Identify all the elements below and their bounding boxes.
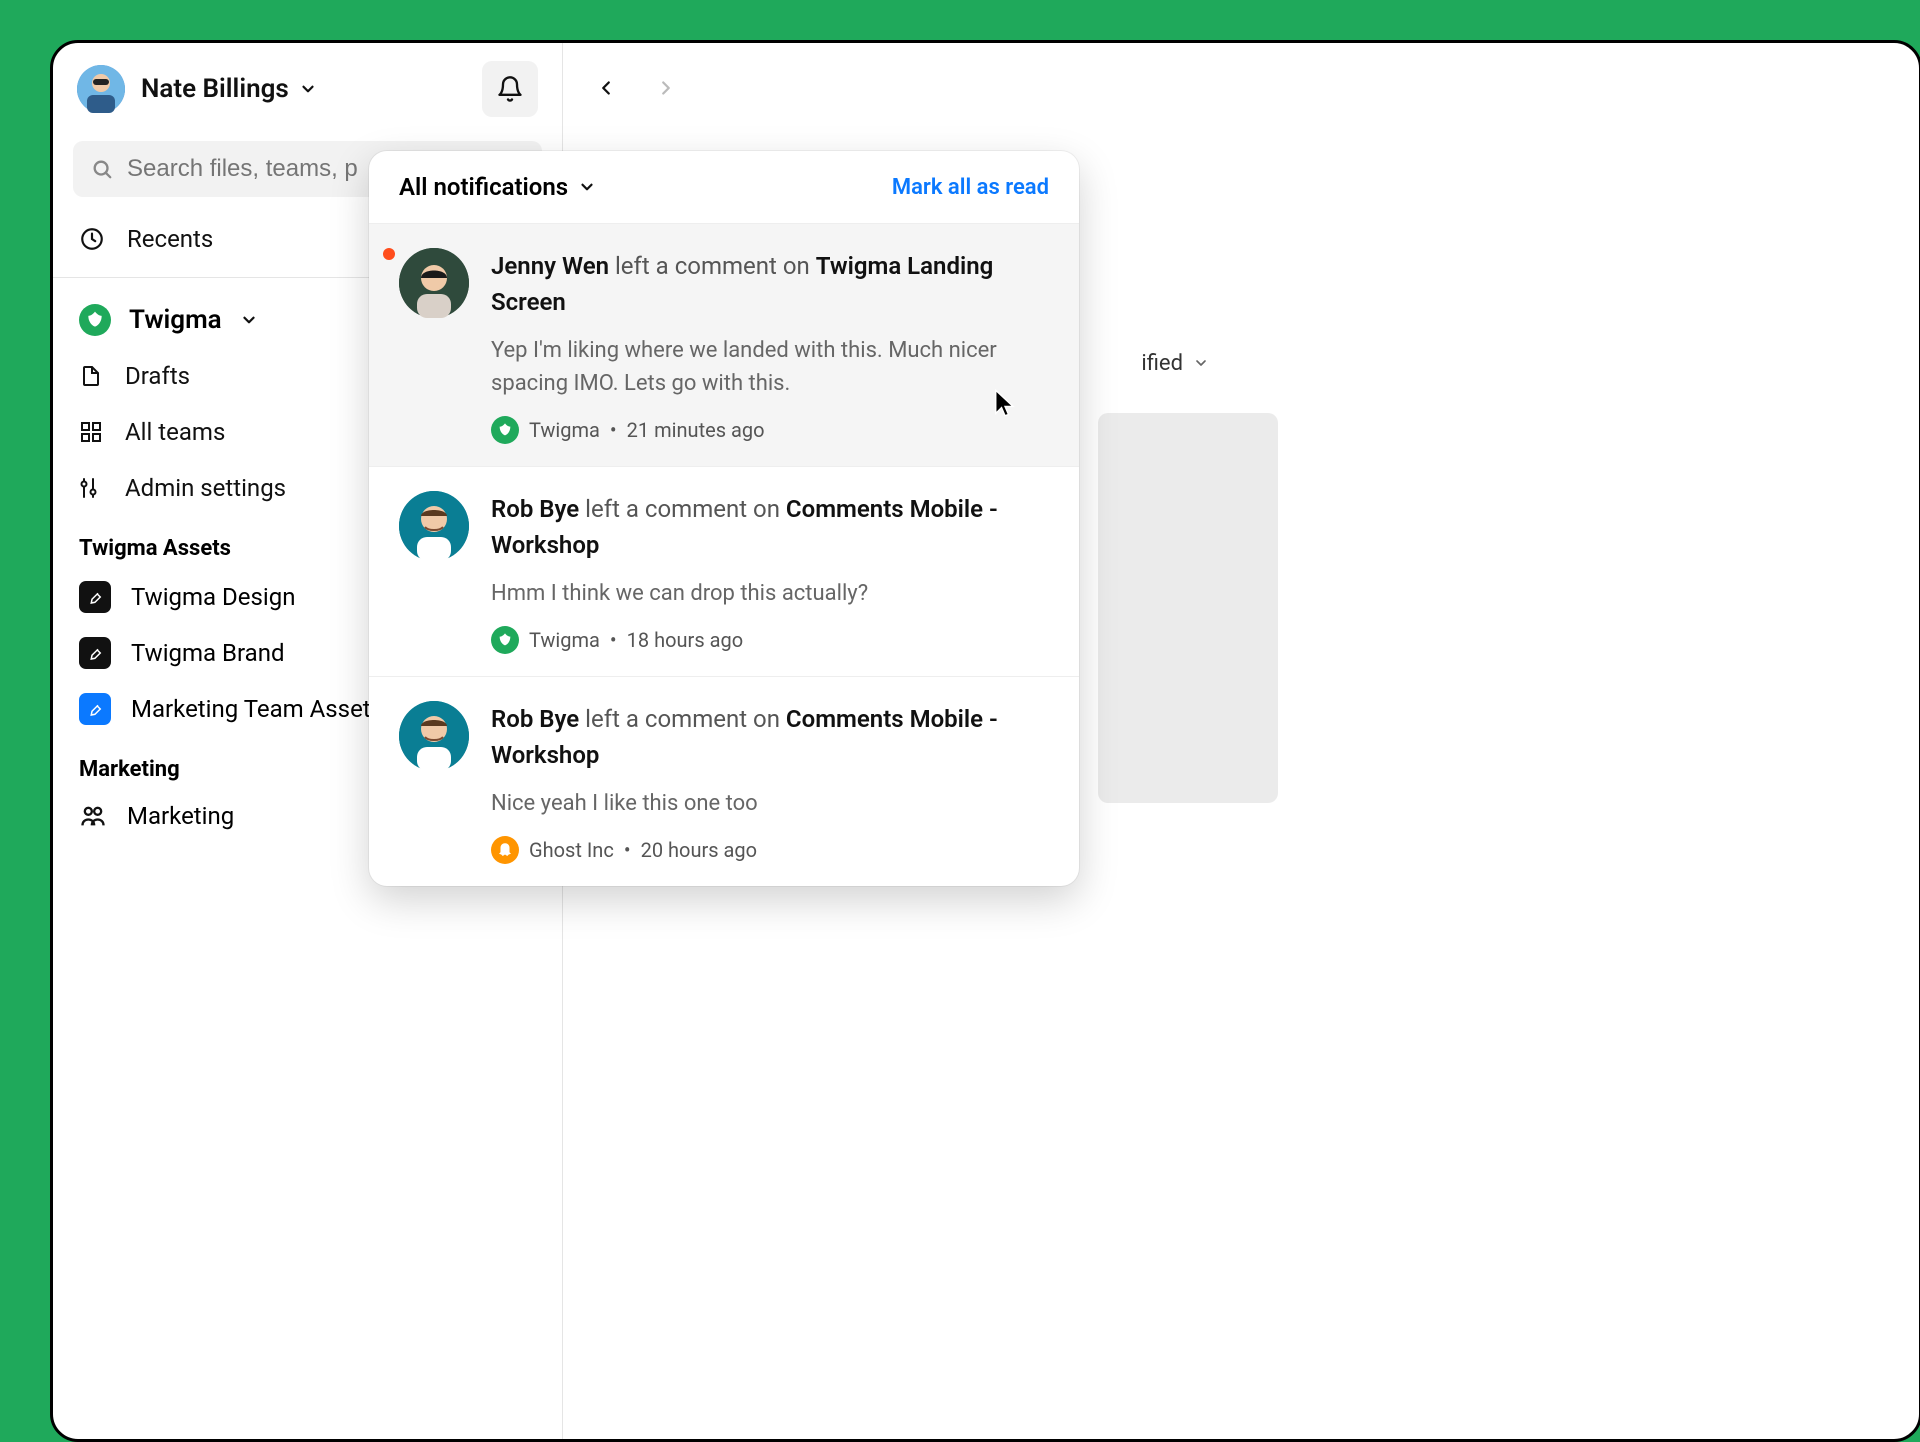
notification-meta: Twigma • 21 minutes ago <box>491 416 1049 444</box>
workspace-icon <box>491 626 519 654</box>
comment-text: Nice yeah I like this one too <box>491 787 1049 820</box>
notifications-button[interactable] <box>482 61 538 117</box>
actor-name: Rob Bye <box>491 495 579 523</box>
chevron-down-icon <box>1193 355 1209 371</box>
sliders-icon <box>79 476 103 500</box>
nav-forward-button[interactable] <box>651 73 681 103</box>
notif-verb: left a comment on <box>609 252 816 280</box>
chevron-right-icon <box>655 77 677 99</box>
profile-switcher[interactable]: Nate Billings <box>53 43 562 133</box>
file-icon <box>79 364 103 388</box>
workspace-icon <box>491 416 519 444</box>
actor-avatar <box>399 248 469 318</box>
notification-body: Rob Bye left a comment on Comments Mobil… <box>491 491 1049 654</box>
notifications-filter-label: All notifications <box>399 173 568 201</box>
notif-verb: left a comment on <box>579 495 786 523</box>
chevron-down-icon <box>240 311 258 329</box>
notifications-filter[interactable]: All notifications <box>399 173 596 201</box>
team-logo-icon <box>79 304 111 336</box>
notification-title: Rob Bye left a comment on Comments Mobil… <box>491 491 1049 563</box>
timestamp: 18 hours ago <box>627 628 743 652</box>
workspace-name: Twigma <box>529 418 600 442</box>
actor-avatar <box>399 491 469 561</box>
clock-icon <box>79 226 105 252</box>
notification-item[interactable]: Rob Bye left a comment on Comments Mobil… <box>369 677 1079 886</box>
notification-title: Jenny Wen left a comment on Twigma Landi… <box>491 248 1049 320</box>
admin-label: Admin settings <box>125 474 286 502</box>
notif-verb: left a comment on <box>579 705 786 733</box>
notification-title: Rob Bye left a comment on Comments Mobil… <box>491 701 1049 773</box>
timestamp: 20 hours ago <box>641 838 757 862</box>
user-name: Nate Billings <box>141 74 289 104</box>
timestamp: 21 minutes ago <box>627 418 765 442</box>
project-label: Twigma Design <box>131 583 295 611</box>
notification-body: Rob Bye left a comment on Comments Mobil… <box>491 701 1049 864</box>
chevron-down-icon <box>578 178 596 196</box>
allteams-label: All teams <box>125 418 225 446</box>
actor-name: Jenny Wen <box>491 252 609 280</box>
mark-all-read-button[interactable]: Mark all as read <box>892 175 1049 200</box>
app-window: Nate Billings Recents Twigma <box>50 40 1920 1442</box>
pen-nib-icon <box>79 637 111 669</box>
recents-label: Recents <box>127 225 213 253</box>
bell-icon <box>496 75 524 103</box>
nav-back-button[interactable] <box>591 73 621 103</box>
comment-text: Hmm I think we can drop this actually? <box>491 577 1049 610</box>
notification-body: Jenny Wen left a comment on Twigma Landi… <box>491 248 1049 444</box>
actor-name: Rob Bye <box>491 705 579 733</box>
user-avatar <box>77 65 125 113</box>
pen-nib-icon <box>79 693 111 725</box>
drafts-label: Drafts <box>125 362 190 390</box>
grid-icon <box>79 420 103 444</box>
notification-meta: Ghost Inc • 20 hours ago <box>491 836 1049 864</box>
pen-nib-icon <box>79 581 111 613</box>
topbar <box>563 43 1919 133</box>
project-label: Twigma Brand <box>131 639 285 667</box>
notification-meta: Twigma • 18 hours ago <box>491 626 1049 654</box>
search-icon <box>91 157 113 181</box>
notification-item[interactable]: Rob Bye left a comment on Comments Mobil… <box>369 467 1079 677</box>
workspace-name: Twigma <box>529 628 600 652</box>
project-label: Marketing <box>127 802 234 830</box>
notifications-panel: All notifications Mark all as read Jenny… <box>369 151 1079 886</box>
file-thumbnail[interactable] <box>1098 413 1278 803</box>
unread-dot-icon <box>383 248 395 260</box>
workspace-name: Ghost Inc <box>529 838 614 862</box>
actor-avatar <box>399 701 469 771</box>
project-label: Marketing Team Assets <box>131 695 383 723</box>
notifications-header: All notifications Mark all as read <box>369 151 1079 224</box>
chevron-left-icon <box>595 77 617 99</box>
people-icon <box>79 802 107 830</box>
comment-text: Yep I'm liking where we landed with this… <box>491 334 1049 400</box>
workspace-icon <box>491 836 519 864</box>
sort-label: ified <box>1141 351 1183 376</box>
team-name: Twigma <box>129 305 222 335</box>
notification-item[interactable]: Jenny Wen left a comment on Twigma Landi… <box>369 224 1079 467</box>
chevron-down-icon <box>299 80 317 98</box>
